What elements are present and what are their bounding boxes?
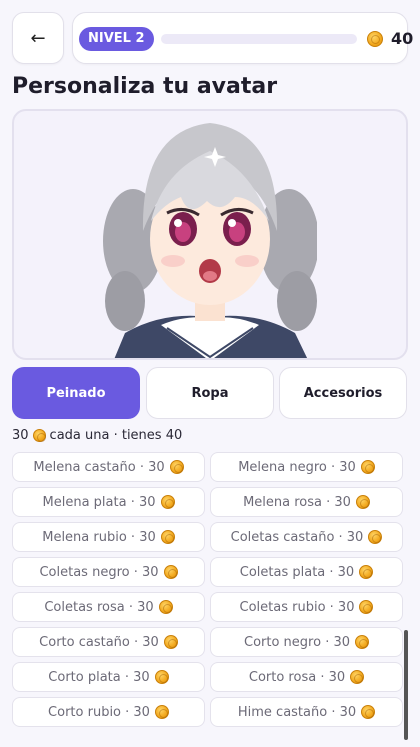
hairstyle-option[interactable]: Melena plata · 30 [12, 487, 205, 517]
price-value: 30 [12, 428, 29, 443]
hairstyle-option[interactable]: Coletas negro · 30 [12, 557, 205, 587]
coin-icon [169, 460, 184, 474]
coin-icon [160, 495, 175, 509]
back-arrow-icon: ← [30, 27, 46, 49]
coin-icon [158, 600, 173, 614]
hairstyle-option[interactable]: Coletas rosa · 30 [12, 592, 205, 622]
tab-ropa[interactable]: Ropa [146, 367, 274, 419]
hairstyle-option[interactable]: Melena rosa · 30 [210, 487, 403, 517]
coin-icon [361, 705, 376, 719]
category-tabs: Peinado Ropa Accesorios [12, 367, 408, 419]
hairstyle-option-label: Corto negro · 30 [244, 634, 350, 650]
coin-icon [160, 530, 175, 544]
hairstyle-option[interactable]: Corto plata · 30 [12, 662, 205, 692]
scrollbar[interactable] [404, 630, 408, 740]
hairstyle-option-label: Melena rubio · 30 [42, 529, 156, 545]
tab-accesorios[interactable]: Accesorios [279, 367, 407, 419]
coin-icon [359, 565, 374, 579]
avatar-preview [12, 109, 408, 360]
hairstyle-option-label: Corto plata · 30 [48, 669, 150, 685]
hairstyle-option-label: Coletas castaño · 30 [230, 529, 364, 545]
coin-balance: 40 [391, 29, 414, 48]
hairstyle-option[interactable]: Melena rubio · 30 [12, 522, 205, 552]
price-suffix: cada una · tienes 40 [49, 428, 183, 443]
coin-icon [355, 495, 370, 509]
avatar-image [103, 123, 317, 358]
hairstyle-option-label: Coletas rosa · 30 [44, 599, 154, 615]
hairstyle-option[interactable]: Corto rosa · 30 [210, 662, 403, 692]
coin-icon [163, 565, 178, 579]
hairstyle-option-label: Melena negro · 30 [238, 459, 356, 475]
price-info: 30 cada una · tienes 40 [12, 428, 182, 443]
coin-icon [368, 530, 383, 544]
hairstyle-option-label: Corto rosa · 30 [248, 669, 346, 685]
coin-icon [367, 31, 383, 47]
hairstyle-option-label: Coletas plata · 30 [239, 564, 355, 580]
coin-icon [154, 705, 169, 719]
hairstyle-option[interactable]: Melena castaño · 30 [12, 452, 205, 482]
coin-icon [154, 670, 169, 684]
hairstyle-option-label: Coletas negro · 30 [39, 564, 159, 580]
hairstyle-option[interactable]: Corto castaño · 30 [12, 627, 205, 657]
hairstyle-option-label: Melena castaño · 30 [33, 459, 165, 475]
coin-icon [355, 635, 369, 649]
level-badge: NIVEL 2 [79, 27, 154, 51]
hairstyle-option[interactable]: Coletas rubio · 30 [210, 592, 403, 622]
level-progress-bar [161, 34, 357, 44]
hairstyle-option[interactable]: Corto rubio · 30 [12, 697, 205, 727]
level-card: NIVEL 2 40 [72, 12, 413, 64]
hairstyle-option[interactable]: Coletas plata · 30 [210, 557, 403, 587]
hairstyle-option[interactable]: Corto negro · 30 [210, 627, 403, 657]
coin-icon [360, 460, 375, 474]
coin-icon [350, 670, 365, 684]
coin-icon [163, 635, 178, 649]
back-button[interactable]: ← [12, 12, 64, 64]
hairstyle-option-label: Melena rosa · 30 [243, 494, 351, 510]
top-bar: ← NIVEL 2 40 [12, 12, 413, 64]
hairstyle-option[interactable]: Coletas castaño · 30 [210, 522, 403, 552]
coin-icon [359, 600, 374, 614]
hairstyle-option[interactable]: Hime castaño · 30 [210, 697, 403, 727]
hairstyle-option-label: Corto castaño · 30 [39, 634, 159, 650]
coin-icon [32, 429, 46, 442]
page-title: Personaliza tu avatar [12, 74, 278, 99]
hairstyle-option-label: Hime castaño · 30 [237, 704, 357, 720]
hairstyle-option-label: Coletas rubio · 30 [239, 599, 355, 615]
hairstyle-option-label: Melena plata · 30 [42, 494, 156, 510]
hairstyle-option-label: Corto rubio · 30 [48, 704, 150, 720]
hairstyle-option[interactable]: Melena negro · 30 [210, 452, 403, 482]
tab-peinado[interactable]: Peinado [12, 367, 140, 419]
